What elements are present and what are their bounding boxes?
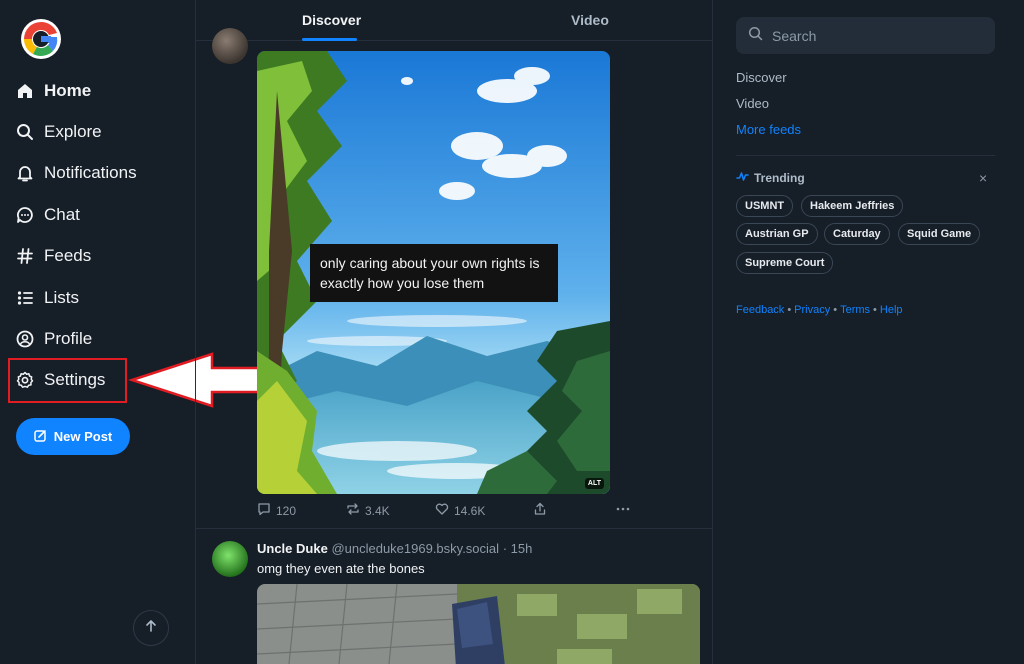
- search-icon: [16, 123, 34, 141]
- list-icon: [16, 289, 34, 307]
- nav-profile[interactable]: Profile: [16, 324, 92, 354]
- heart-icon: [435, 502, 449, 519]
- chat-bubble-icon: [16, 206, 34, 224]
- feed-tabs: Discover Video: [196, 0, 712, 41]
- image-caption-text: only caring about your own rights is exa…: [310, 244, 558, 302]
- post-divider: [196, 528, 712, 529]
- nav-feeds[interactable]: Feeds: [16, 241, 91, 271]
- trending-chip[interactable]: Austrian GP: [736, 223, 818, 245]
- right-sidebar: Discover Video More feeds Trending × USM…: [714, 0, 1024, 664]
- settings-highlight-box: [8, 358, 127, 403]
- search-icon: [748, 26, 763, 46]
- meta-separator: ·: [502, 541, 508, 556]
- nav-label: Home: [44, 81, 92, 100]
- post-header: Uncle Duke @uncleduke1969.bsky.social · …: [257, 541, 532, 556]
- trending-chip[interactable]: Supreme Court: [736, 252, 834, 274]
- app-logo[interactable]: [20, 18, 62, 60]
- new-post-label: New Post: [53, 429, 113, 444]
- post-image[interactable]: only caring about your own rights is exa…: [257, 51, 610, 494]
- footer-link-help[interactable]: Help: [880, 304, 903, 316]
- tab-video[interactable]: Video: [571, 12, 609, 28]
- trending-chip[interactable]: Hakeem Jeffries: [801, 195, 904, 217]
- repost-button[interactable]: 3.4K: [346, 502, 390, 519]
- hash-icon: [16, 247, 34, 265]
- feed-link-video[interactable]: Video: [736, 96, 769, 111]
- post-text: omg they even ate the bones: [257, 561, 425, 576]
- search-input[interactable]: [772, 27, 972, 44]
- post-actions: 120 3.4K 14.6K: [257, 502, 637, 520]
- left-sidebar: Home Explore Notifications Chat Feeds Li…: [0, 0, 292, 664]
- reply-button[interactable]: 120: [257, 502, 296, 519]
- search-box[interactable]: [736, 17, 995, 54]
- share-icon: [533, 502, 547, 519]
- user-circle-icon: [16, 330, 34, 348]
- nav-label: Profile: [44, 329, 93, 348]
- close-icon[interactable]: ×: [979, 170, 987, 186]
- footer-link-privacy[interactable]: Privacy: [794, 304, 830, 316]
- footer-link-terms[interactable]: Terms: [840, 304, 870, 316]
- comment-icon: [257, 502, 271, 519]
- post-author-avatar[interactable]: [212, 541, 248, 577]
- more-feeds-link[interactable]: More feeds: [736, 122, 801, 137]
- reply-count: 120: [276, 503, 297, 518]
- nav-home[interactable]: Home: [16, 76, 91, 106]
- like-button[interactable]: 14.6K: [435, 502, 485, 519]
- trending-chip[interactable]: USMNT: [736, 195, 794, 217]
- footer-separator: •: [833, 304, 838, 316]
- nav-label: Notifications: [44, 163, 137, 182]
- compose-icon: [33, 429, 47, 445]
- arrow-up-icon: [144, 619, 158, 638]
- nav-label: Explore: [44, 122, 102, 141]
- trending-title: Trending: [754, 171, 805, 185]
- ellipsis-icon: [615, 502, 631, 519]
- post-timestamp[interactable]: 15h: [511, 541, 533, 556]
- post-image[interactable]: [257, 584, 700, 664]
- post-author-name[interactable]: Uncle Duke: [257, 541, 328, 556]
- share-button[interactable]: [533, 502, 547, 519]
- trending-icon: [736, 171, 749, 185]
- post-author-avatar[interactable]: [212, 28, 248, 64]
- more-options-button[interactable]: [615, 502, 631, 519]
- tab-discover[interactable]: Discover: [302, 12, 361, 28]
- feed-link-discover[interactable]: Discover: [736, 70, 787, 85]
- active-tab-indicator: [302, 38, 357, 41]
- footer-links: Feedback • Privacy • Terms • Help: [736, 304, 903, 316]
- sidebar-divider: [736, 155, 995, 156]
- footer-separator: •: [873, 304, 877, 316]
- trending-chip[interactable]: Squid Game: [898, 223, 981, 245]
- nav-explore[interactable]: Explore: [16, 117, 102, 147]
- new-post-button[interactable]: New Post: [16, 418, 130, 455]
- bell-icon: [16, 164, 34, 182]
- alt-text-badge[interactable]: ALT: [584, 478, 604, 489]
- home-icon: [16, 82, 34, 100]
- nav-chat[interactable]: Chat: [16, 200, 80, 230]
- feed-column: Discover Video only caring about your ow…: [195, 0, 713, 664]
- footer-link-feedback[interactable]: Feedback: [736, 304, 784, 316]
- nav-label: Lists: [44, 288, 79, 307]
- footer-separator: •: [787, 304, 792, 316]
- nav-notifications[interactable]: Notifications: [16, 158, 137, 188]
- like-count: 14.6K: [454, 503, 486, 518]
- scroll-to-top-button[interactable]: [133, 610, 169, 646]
- nav-lists[interactable]: Lists: [16, 283, 79, 313]
- nav-label: Chat: [44, 205, 80, 224]
- repost-icon: [346, 502, 360, 519]
- trending-chip[interactable]: Caturday: [824, 223, 890, 245]
- post-author-handle[interactable]: @uncleduke1969.bsky.social: [331, 541, 499, 556]
- repost-count: 3.4K: [365, 503, 390, 518]
- nav-label: Feeds: [44, 246, 92, 265]
- trending-header: Trending: [736, 171, 805, 185]
